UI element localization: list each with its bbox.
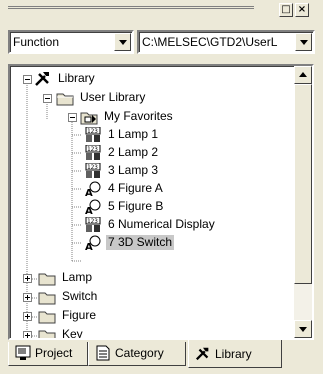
svg-text:123: 123 (87, 218, 98, 225)
tree-node-label: Key (62, 327, 83, 340)
tree-node-label: Switch (62, 289, 98, 303)
collapse-toggle[interactable] (68, 113, 77, 122)
svg-text:A: A (85, 242, 93, 251)
tree-node-label: User Library (80, 90, 146, 104)
collapse-toggle[interactable] (43, 94, 52, 103)
tab-label: Library (215, 347, 252, 361)
tab-label: Project (35, 346, 73, 360)
expand-toggle[interactable] (23, 293, 32, 302)
chevron-down-icon[interactable] (114, 33, 131, 51)
tree-node-label: Library (58, 71, 95, 85)
svg-text:A: A (85, 188, 93, 197)
tab-label: Category (115, 346, 164, 360)
chevron-down-icon[interactable] (295, 33, 312, 51)
svg-text:123: 123 (87, 146, 98, 153)
tree-item-label: 4 Figure A (108, 181, 163, 195)
folder-icon (38, 330, 56, 338)
vertical-scrollbar[interactable] (294, 66, 312, 338)
tree-item-label: 5 Figure B (108, 199, 164, 213)
tree-node-label: Lamp (62, 270, 93, 284)
category-select[interactable]: Function (8, 30, 134, 54)
path-select-value: C:\MELSEC\GTD2\UserL (142, 35, 278, 49)
numeric-part-icon: 123 (85, 217, 101, 232)
tree-item-label: 1 Lamp 1 (108, 127, 159, 141)
tree-node-label: My Favorites (104, 109, 173, 123)
tree-item-label: 6 Numerical Display (108, 217, 215, 231)
expand-toggle[interactable] (23, 331, 32, 338)
library-tree: Library User Library My Favorites 123 1 … (10, 66, 294, 338)
dock-button[interactable]: □ (279, 3, 293, 17)
expand-toggle[interactable] (23, 274, 32, 283)
library-tree-panel: Library User Library My Favorites 123 1 … (8, 64, 314, 340)
path-select[interactable]: C:\MELSEC\GTD2\UserL (137, 30, 315, 54)
folder-icon (56, 93, 74, 106)
tree-item-label: 3 Lamp 3 (108, 163, 159, 177)
drag-grip[interactable] (8, 6, 254, 13)
scroll-up-button[interactable] (294, 66, 312, 84)
tab-project[interactable]: Project (8, 342, 88, 366)
panel-tabs: Project Category Library (8, 340, 314, 370)
project-icon (15, 345, 31, 360)
lamp-part-icon: 123 (85, 145, 101, 160)
folder-icon (38, 292, 56, 305)
folder-icon (38, 311, 56, 324)
figure-part-icon: A (85, 199, 101, 215)
scroll-thumb[interactable] (294, 84, 312, 284)
folder-icon (38, 273, 56, 286)
tab-category[interactable]: Category (88, 342, 186, 366)
tree-item-label: 2 Lamp 2 (108, 145, 159, 159)
library-tools-icon (195, 347, 209, 361)
expand-toggle[interactable] (23, 312, 32, 321)
figure-part-icon: A (85, 181, 101, 197)
panel-titlebar[interactable]: □ × (0, 0, 323, 24)
tab-library[interactable]: Library (188, 340, 282, 368)
scroll-down-button[interactable] (294, 320, 312, 338)
svg-text:123: 123 (87, 128, 98, 135)
figure-part-icon: A (85, 235, 101, 251)
category-icon (96, 345, 110, 361)
collapse-toggle[interactable] (23, 75, 32, 84)
favorites-folder-icon (80, 112, 98, 125)
lamp-part-icon: 123 (85, 127, 101, 142)
svg-text:123: 123 (87, 164, 98, 171)
category-select-value: Function (13, 35, 60, 49)
lamp-part-icon: 123 (85, 163, 101, 178)
tree-item-label: 7 3D Switch (106, 235, 175, 250)
tree-node-label: Figure (62, 308, 97, 322)
close-button[interactable]: × (295, 3, 309, 17)
library-tools-icon (35, 72, 49, 86)
svg-text:A: A (85, 206, 93, 215)
